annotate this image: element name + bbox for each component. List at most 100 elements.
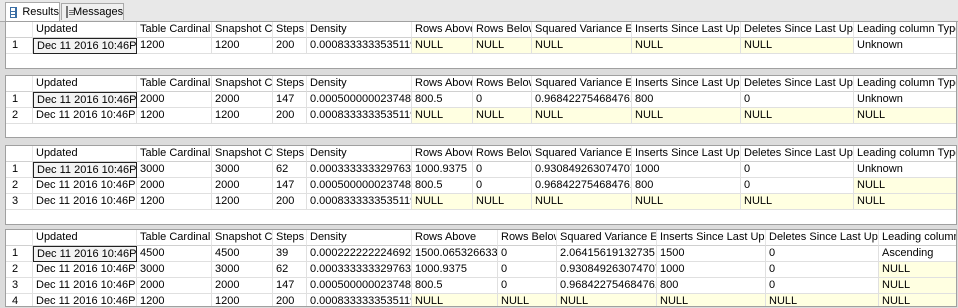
result-grid-4[interactable]: UpdatedTable CardinalitySnapshot CtrStep…	[5, 229, 957, 307]
grid-cell[interactable]: 800.5	[412, 278, 498, 294]
grid-cell[interactable]: Dec 11 2016 10:46PM	[33, 294, 137, 306]
column-header[interactable]: Snapshot Ctr	[212, 22, 273, 38]
column-header[interactable]: Squared Variance Error	[557, 230, 657, 246]
column-header[interactable]: Snapshot Ctr	[212, 76, 273, 92]
column-header[interactable]: Table Cardinality	[137, 76, 212, 92]
grid-cell[interactable]: 0.000500000023748726	[307, 92, 412, 108]
grid-cell[interactable]: Ascending	[879, 246, 956, 262]
grid-cell[interactable]: 0	[498, 262, 557, 278]
grid-cell[interactable]: NULL	[557, 294, 657, 306]
grid-cell[interactable]: 147	[273, 178, 307, 194]
grid-cell[interactable]: 800	[632, 92, 741, 108]
grid-cell[interactable]: NULL	[412, 194, 473, 210]
grid-cell[interactable]: 0	[498, 246, 557, 262]
column-header[interactable]: Rows Below	[473, 76, 532, 92]
grid-cell[interactable]: 1000.9375	[412, 162, 473, 178]
column-header[interactable]: Steps	[273, 146, 307, 162]
table-row[interactable]: 1 Dec 11 2016 10:46PM 2000 2000 147 0.0005000…	[6, 92, 956, 108]
grid-cell[interactable]: Dec 11 2016 10:46PM	[33, 246, 137, 262]
column-header[interactable]: Steps	[273, 22, 307, 38]
row-number[interactable]: 4	[6, 294, 33, 306]
column-header[interactable]: Density	[307, 230, 412, 246]
grid-cell[interactable]: 200	[273, 194, 307, 210]
grid-cell[interactable]: 0	[766, 246, 879, 262]
grid-cell[interactable]: 0.000833333353511989	[307, 194, 412, 210]
grid-cell[interactable]: 62	[273, 162, 307, 178]
column-header[interactable]: Density	[307, 76, 412, 92]
grid-cell[interactable]: 800	[657, 278, 766, 294]
grid-cell[interactable]: 39	[273, 246, 307, 262]
grid-cell[interactable]: NULL	[854, 194, 956, 210]
grid-cell[interactable]: 0	[473, 92, 532, 108]
grid-cell[interactable]: 0	[741, 92, 854, 108]
grid-cell[interactable]: 1200	[212, 194, 273, 210]
grid-cell[interactable]: Dec 11 2016 10:46PM	[33, 194, 137, 210]
column-header[interactable]: Table Cardinality	[137, 22, 212, 38]
grid-cell[interactable]: 4500	[137, 246, 212, 262]
grid-cell[interactable]: 1200	[137, 108, 212, 124]
grid-cell[interactable]: NULL	[412, 294, 498, 306]
grid-cell[interactable]: 1200	[212, 294, 273, 306]
grid-cell[interactable]: 1000.9375	[412, 262, 498, 278]
grid-cell[interactable]: NULL	[532, 38, 632, 54]
column-header[interactable]: Deletes Since Last Update	[741, 76, 854, 92]
grid-cell[interactable]: NULL	[741, 108, 854, 124]
grid-cell[interactable]: NULL	[412, 108, 473, 124]
row-number[interactable]: 3	[6, 194, 33, 210]
column-header[interactable]: Squared Variance Error	[532, 22, 632, 38]
grid-cell[interactable]: 2.06415619132735	[557, 246, 657, 262]
column-header[interactable]: Deletes Since Last Update	[741, 22, 854, 38]
row-number-header[interactable]	[6, 146, 33, 162]
table-row[interactable]: 1 Dec 11 2016 10:46PM 3000 3000 62 0.00033333…	[6, 162, 956, 178]
table-row[interactable]: 2 Dec 11 2016 10:46PM 3000 3000 62 0.00033333…	[6, 262, 956, 278]
column-header[interactable]: Inserts Since Last Update	[632, 22, 741, 38]
column-header[interactable]: Updated	[33, 230, 137, 246]
table-row[interactable]: 3 Dec 11 2016 10:46PM 2000 2000 147 0.0005000…	[6, 278, 956, 294]
grid-cell[interactable]: 0.000833333353511989	[307, 294, 412, 306]
grid-cell[interactable]: NULL	[532, 194, 632, 210]
column-header[interactable]: Updated	[33, 146, 137, 162]
tab-results[interactable]: Results	[5, 2, 60, 21]
column-header[interactable]: Squared Variance Error	[532, 76, 632, 92]
row-number[interactable]: 2	[6, 108, 33, 124]
grid-cell[interactable]: 0	[766, 262, 879, 278]
grid-cell[interactable]: NULL	[854, 178, 956, 194]
grid-cell[interactable]: Dec 11 2016 10:46PM	[33, 278, 137, 294]
grid-cell[interactable]: NULL	[879, 278, 956, 294]
column-header[interactable]: Rows Above	[412, 230, 498, 246]
table-row[interactable]: 1 Dec 11 2016 10:46PM 4500 4500 39 0.00022222…	[6, 246, 956, 262]
grid-cell[interactable]: 0	[473, 178, 532, 194]
grid-cell[interactable]: Unknown	[854, 162, 956, 178]
grid-cell[interactable]: 4500	[212, 246, 273, 262]
grid-cell[interactable]: NULL	[632, 194, 741, 210]
grid-cell[interactable]: Dec 11 2016 10:46PM	[33, 178, 137, 194]
grid-cell[interactable]: 2000	[137, 92, 212, 108]
row-number[interactable]: 3	[6, 278, 33, 294]
column-header[interactable]: Leading column Type	[854, 146, 956, 162]
column-header[interactable]: Snapshot Ctr	[212, 146, 273, 162]
grid-cell[interactable]: Dec 11 2016 10:46PM	[33, 108, 137, 124]
grid-cell[interactable]: 0.000222222224692814	[307, 246, 412, 262]
grid-cell[interactable]: 3000	[137, 262, 212, 278]
grid-cell[interactable]: 0.930849263074707	[557, 262, 657, 278]
table-row[interactable]: 1 Dec 11 2016 10:46PM 1200 1200 200 0.0008333…	[6, 38, 956, 54]
column-header[interactable]: Steps	[273, 76, 307, 92]
grid-cell[interactable]: 0	[473, 162, 532, 178]
grid-cell[interactable]: 3000	[212, 262, 273, 278]
grid-cell[interactable]: 0	[741, 162, 854, 178]
column-header[interactable]: Inserts Since Last Update	[657, 230, 766, 246]
grid-cell[interactable]: NULL	[879, 262, 956, 278]
row-number[interactable]: 1	[6, 38, 33, 54]
result-grid-1[interactable]: UpdatedTable CardinalitySnapshot CtrStep…	[5, 21, 957, 69]
grid-cell[interactable]: NULL	[741, 194, 854, 210]
grid-cell[interactable]: 147	[273, 278, 307, 294]
table-row[interactable]: 4 Dec 11 2016 10:46PM 1200 1200 200 0.0008333…	[6, 294, 956, 306]
grid-cell[interactable]: 200	[273, 38, 307, 54]
grid-cell[interactable]: 0.968422754684761	[532, 92, 632, 108]
column-header[interactable]: Deletes Since Last Update	[766, 230, 879, 246]
grid-cell[interactable]: 1500	[657, 246, 766, 262]
row-number[interactable]: 1	[6, 162, 33, 178]
grid-cell[interactable]: 2000	[137, 178, 212, 194]
grid-cell[interactable]: 0	[741, 178, 854, 194]
row-number[interactable]: 2	[6, 262, 33, 278]
